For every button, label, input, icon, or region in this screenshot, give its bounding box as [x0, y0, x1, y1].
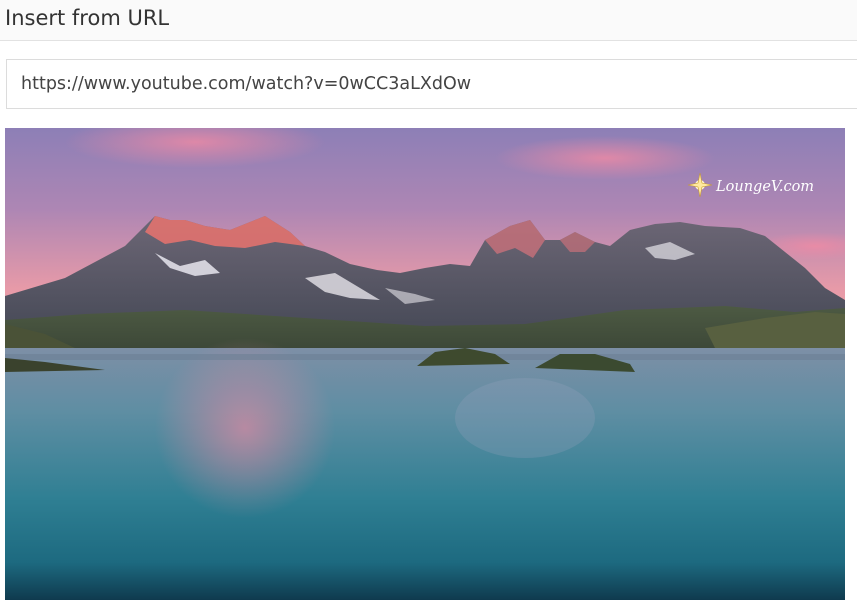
preview-image: LoungeV.com — [5, 128, 845, 600]
video-preview[interactable]: LoungeV.com — [5, 128, 845, 600]
dialog-header: Insert from URL — [0, 0, 857, 41]
insert-from-url-dialog: Insert from URL https://www.youtube.com/… — [0, 0, 857, 615]
dialog-title: Insert from URL — [5, 6, 170, 30]
url-input[interactable] — [6, 59, 857, 109]
watermark-text: LoungeV.com — [715, 179, 814, 195]
